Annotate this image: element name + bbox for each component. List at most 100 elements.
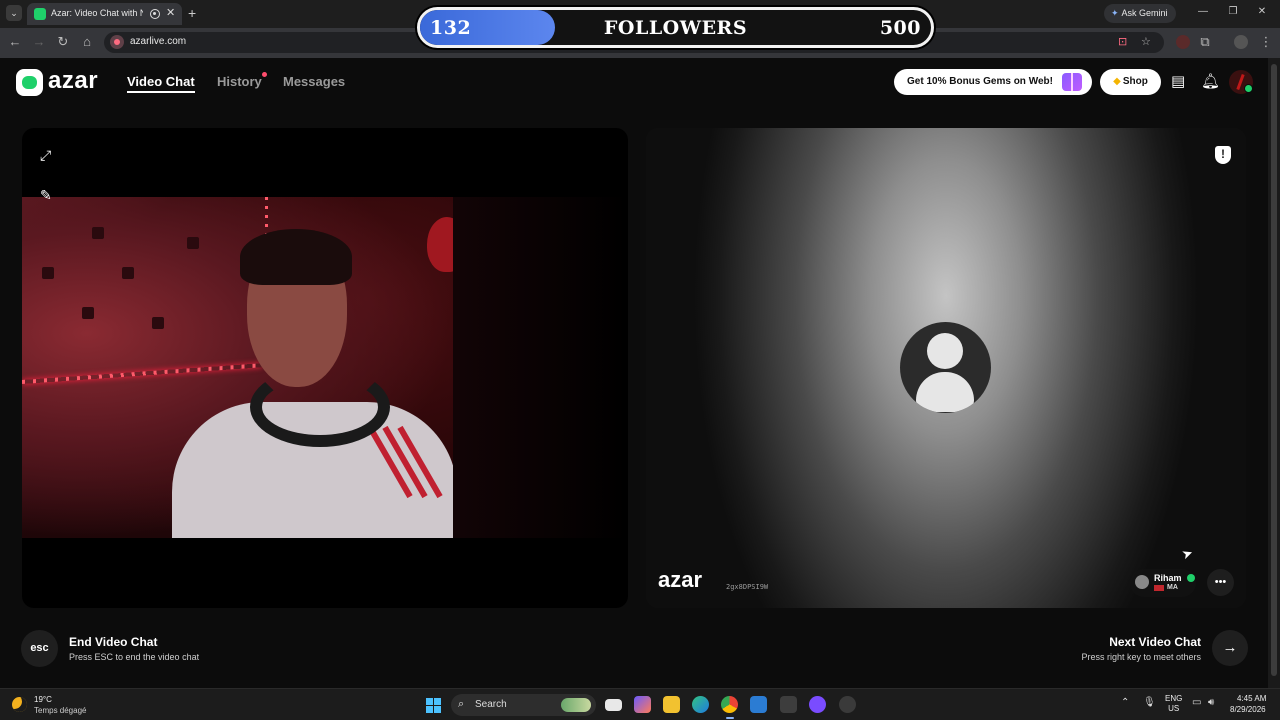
- nav-video-chat[interactable]: Video Chat: [127, 74, 195, 93]
- camera-dark-area: [453, 197, 628, 538]
- gemini-star-icon: ✦: [1111, 8, 1119, 18]
- weather-temperature[interactable]: 19°C: [34, 695, 52, 704]
- remote-user-placeholder-avatar: [900, 322, 991, 413]
- profile-icon[interactable]: [1234, 35, 1248, 49]
- remote-user-country: MA: [1167, 584, 1178, 591]
- weather-moon-icon[interactable]: [12, 697, 27, 712]
- wall-sticker: [92, 227, 104, 239]
- window-close-icon[interactable]: ✕: [1255, 6, 1269, 17]
- person-hair: [240, 229, 352, 285]
- local-video-panel: ⤢ ✎: [22, 128, 628, 608]
- obs-icon[interactable]: [839, 696, 856, 713]
- tab-menu-icon[interactable]: ⌄: [6, 5, 22, 21]
- gem-icon: ◆: [1113, 76, 1121, 87]
- language-code: ENG: [1165, 694, 1183, 703]
- close-icon[interactable]: ✕: [166, 6, 175, 19]
- nav-history[interactable]: History: [217, 74, 262, 89]
- bookmark-star-icon[interactable]: ☆: [1141, 35, 1151, 48]
- followers-goal-overlay: 132 FOLLOWERS 500: [417, 7, 934, 48]
- kebab-menu-icon[interactable]: ⋮: [1258, 34, 1274, 50]
- end-chat-subtitle: Press ESC to end the video chat: [69, 652, 200, 662]
- outlook-icon[interactable]: [750, 696, 767, 713]
- widgets-app-icon[interactable]: [634, 696, 651, 713]
- arrow-right-icon[interactable]: →: [1212, 630, 1248, 666]
- weather-description[interactable]: Temps dégagé: [34, 706, 86, 715]
- url-text: azarlive.com: [130, 36, 187, 47]
- clock-date[interactable]: 8/29/2026: [1230, 705, 1266, 714]
- remote-user-name: Riham: [1154, 573, 1182, 583]
- tray-overflow-icon[interactable]: ⌃: [1121, 697, 1129, 708]
- app-circle-icon[interactable]: [809, 696, 826, 713]
- page-scrollbar[interactable]: [1268, 58, 1280, 688]
- azar-logo-text[interactable]: azar: [48, 67, 98, 95]
- search-label: Search: [475, 699, 507, 710]
- led-strip-vertical: [265, 197, 268, 235]
- store-icon[interactable]: [780, 696, 797, 713]
- next-chat-subtitle: Press right key to meet others: [1081, 652, 1201, 662]
- led-strip: [22, 363, 262, 384]
- wall-sticker: [42, 267, 54, 279]
- region-code: US: [1168, 704, 1180, 713]
- edge-icon[interactable]: [692, 696, 709, 713]
- taskbar-search[interactable]: ⌕ Search: [451, 694, 596, 716]
- network-icon[interactable]: ▭: [1192, 697, 1201, 708]
- home-icon[interactable]: ⌂: [79, 34, 95, 49]
- bell-icon[interactable]: 🔔︎: [1201, 72, 1220, 90]
- followers-label: FOLLOWERS: [603, 17, 748, 39]
- volume-icon[interactable]: 🔊︎: [1208, 697, 1214, 708]
- minimize-icon[interactable]: —: [1196, 6, 1210, 17]
- azar-logo-icon[interactable]: [16, 69, 43, 96]
- expand-icon[interactable]: ⤢: [40, 147, 51, 164]
- file-explorer-icon[interactable]: [663, 696, 680, 713]
- session-id: 2gx8DPSI9W: [726, 583, 769, 591]
- magic-wand-icon[interactable]: ✎: [40, 187, 52, 204]
- wall-sticker: [152, 317, 164, 329]
- shop-label: Shop: [1122, 76, 1148, 87]
- azar-favicon-icon: [34, 8, 46, 20]
- task-view-icon[interactable]: [605, 699, 622, 711]
- verified-icon: [1187, 574, 1195, 582]
- install-icon[interactable]: ⊡: [1118, 35, 1127, 48]
- nav-messages[interactable]: Messages: [283, 74, 345, 89]
- spiderman-mask: [427, 217, 453, 272]
- avatar-body: [916, 372, 974, 412]
- forward-icon[interactable]: →: [31, 34, 47, 49]
- next-chat-title[interactable]: Next Video Chat: [1109, 635, 1201, 649]
- promo-label: Get 10% Bonus Gems on Web!: [907, 76, 1053, 87]
- report-shield-icon[interactable]: !: [1215, 146, 1231, 164]
- windows-start-icon[interactable]: [426, 698, 441, 713]
- keyboard-language[interactable]: ENG US: [1165, 694, 1182, 714]
- browser-tab-azar[interactable]: Azar: Video Chat with New ✕: [27, 3, 182, 25]
- end-chat-title[interactable]: End Video Chat: [69, 635, 157, 649]
- followers-goal: 500: [879, 17, 921, 39]
- chrome-active-indicator: [726, 717, 734, 719]
- record-icon: [150, 9, 160, 19]
- bonus-gems-promo-button[interactable]: Get 10% Bonus Gems on Web!: [894, 69, 1092, 95]
- inbox-icon[interactable]: ▤: [1171, 72, 1185, 90]
- ask-gemini-label: Ask Gemini: [1121, 8, 1168, 18]
- maximize-icon[interactable]: ❐: [1226, 6, 1240, 17]
- scrollbar-thumb[interactable]: [1271, 64, 1277, 676]
- end-chat-button[interactable]: esc: [21, 630, 58, 667]
- chat-bubble-icon[interactable]: •••: [1207, 569, 1234, 596]
- clock-time[interactable]: 4:45 AM: [1237, 694, 1266, 703]
- search-icon: ⌕: [458, 698, 465, 710]
- chrome-icon[interactable]: [721, 696, 738, 713]
- new-tab-icon[interactable]: +: [188, 5, 196, 21]
- site-info-icon[interactable]: [110, 35, 124, 49]
- remote-user-chip[interactable]: Riham MA: [1130, 569, 1196, 597]
- back-icon[interactable]: ←: [7, 34, 23, 49]
- microphone-icon[interactable]: 🎙︎: [1143, 697, 1156, 708]
- extension-icon[interactable]: [1176, 35, 1190, 49]
- wall-sticker: [82, 307, 94, 319]
- wall-sticker: [122, 267, 134, 279]
- shop-button[interactable]: ◆ Shop: [1100, 69, 1161, 95]
- wall-sticker: [187, 237, 199, 249]
- ask-gemini-button[interactable]: ✦ Ask Gemini: [1104, 4, 1176, 23]
- reload-icon[interactable]: ↻: [55, 34, 71, 50]
- local-camera-feed: [22, 197, 453, 538]
- azar-watermark: azar: [658, 567, 703, 592]
- azar-header: azar Video Chat History Messages Get 10%…: [0, 58, 1268, 106]
- tab-title: Azar: Video Chat with New: [51, 8, 143, 18]
- puzzle-icon[interactable]: ⧉: [1197, 34, 1213, 50]
